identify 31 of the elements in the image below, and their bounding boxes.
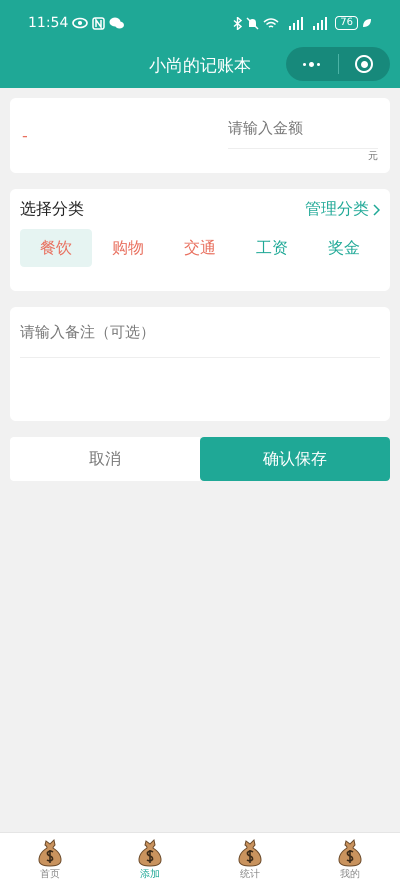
category-option[interactable]: 工资 [236,229,308,267]
section-title: 选择分类 [20,198,84,220]
battery-level: 76 [335,16,358,30]
confirm-button[interactable]: 确认保存 [200,437,390,481]
category-option[interactable]: 交通 [164,229,236,267]
tab-item[interactable]: 添加 [100,833,200,888]
chevron-right-icon [373,204,380,216]
note-box[interactable]: 请输入备注（可选） [10,307,390,421]
money-bag-icon [337,839,363,867]
tab-item[interactable]: 统计 [200,833,300,888]
leaf-icon [362,18,372,28]
unit-label: 元 [368,150,378,164]
tab-item[interactable]: 首页 [0,833,100,888]
category-option[interactable]: 购物 [92,229,164,267]
chat-icon [109,17,124,29]
category-option[interactable]: 餐饮 [20,229,92,267]
wifi-icon [263,16,280,30]
money-bag-icon [37,839,63,867]
category-option[interactable]: 奖金 [308,229,380,267]
bluetooth-icon [233,16,242,30]
cancel-button[interactable]: 取消 [10,437,200,481]
money-bag-icon [137,839,163,867]
money-bag-icon [237,839,263,867]
status-time: 11:54 [28,14,68,32]
nfc-icon [92,16,106,30]
page-title: 小尚的记账本 [149,55,251,78]
manage-categories-link[interactable]: 管理分类 [305,197,380,221]
sign-label: - [22,124,29,146]
tab-item[interactable]: 我的 [300,833,400,888]
eye-icon [72,17,88,29]
bell-muted-icon [246,16,260,30]
